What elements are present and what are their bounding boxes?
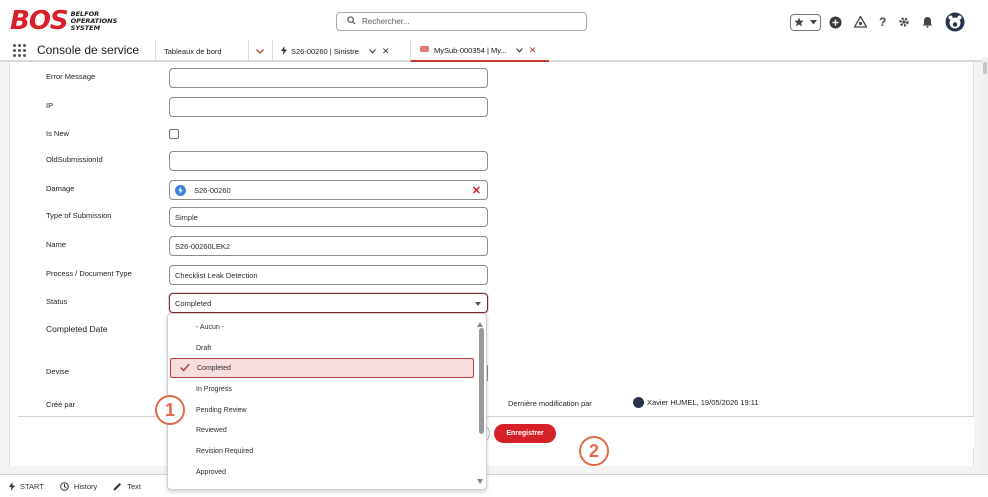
status-option[interactable]: Reviewed [168,420,477,440]
header-icons: ? [790,11,965,33]
trailhead-icon[interactable] [854,16,867,28]
last-modified-label: Dernière modification par [508,399,592,408]
status-option[interactable]: Draft [168,338,477,358]
status-option[interactable]: - Aucun - [168,317,477,337]
field-label-process-document-type: Process / Document Type [46,269,132,278]
field-label-error-message: Error Message [46,72,96,81]
scroll-down-icon[interactable] [477,479,483,484]
ip-input[interactable] [169,97,488,117]
clear-lookup-icon[interactable]: ✕ [472,184,481,197]
status-option[interactable]: Pending Review [168,400,477,420]
status-option[interactable]: In Progress [168,379,477,399]
help-icon[interactable]: ? [879,15,886,29]
is-new-checkbox[interactable] [169,129,179,139]
navigation-bar: Console de service Tableaux de bord S26-… [0,40,988,62]
logo-subtitle: BELFOR OPERATIONS SYSTEM [70,9,118,32]
utility-bar: START History Text [0,474,988,497]
caret-down-icon [475,302,481,306]
status-option[interactable]: Approved [168,462,477,482]
name-input[interactable]: S26-00260LEK2 [169,236,488,256]
damage-value: S26-00260 [194,185,231,195]
status-option[interactable]: Revision Required [168,441,477,461]
tab-sinistre[interactable]: S26-00260 | Sinistre ✕ [272,40,410,62]
star-icon[interactable] [794,17,804,27]
field-label-cree-par: Créé par [46,400,76,409]
utility-history[interactable]: History [60,482,97,491]
type-of-submission-input[interactable]: Simple [169,207,488,227]
tab-dashboards[interactable]: Tableaux de bord [155,40,248,62]
lightning-icon [9,481,15,491]
clock-icon [60,481,69,491]
record-edit-panel: Error Message IP Is New OldSubmissionId … [9,62,974,466]
status-value: Completed [175,298,212,308]
chevron-down-icon [256,48,264,54]
field-label-is-new: Is New [46,129,69,138]
listbox-scroll-thumb[interactable] [479,328,484,434]
field-label-old-submission-id: OldSubmissionId [46,155,103,164]
field-label-type-of-submission: Type of Submission [46,211,112,220]
logo-text: BOS [10,6,69,36]
annotation-marker-1: 1 [155,395,185,425]
app-name: Console de service [37,43,140,57]
record-icon [419,45,430,55]
lightning-icon [281,45,287,57]
close-icon[interactable]: ✕ [529,45,537,56]
field-label-status: Status [46,297,68,306]
page-scrollbar[interactable] [982,58,988,478]
annotation-marker-2: 2 [579,436,609,466]
bos-logo[interactable]: BOS BELFOR OPERATIONS SYSTEM [10,8,117,34]
search-icon [347,16,356,27]
save-button[interactable]: Enregistrer [494,424,556,443]
status-listbox[interactable]: - Aucun - Draft Completed In Progress Pe… [167,313,487,490]
app-launcher-icon[interactable] [12,43,27,58]
bell-icon[interactable] [922,16,933,28]
pencil-icon [113,482,122,490]
field-label-devise: Devise [46,367,69,376]
status-option-selected[interactable]: Completed [170,358,474,378]
field-label-completed-date: Completed Date [46,324,108,334]
field-label-damage: Damage [46,184,75,193]
chevron-down-icon[interactable] [810,19,817,25]
close-icon[interactable]: ✕ [382,46,390,57]
error-message-input[interactable] [169,68,488,88]
user-avatar-icon[interactable] [945,12,965,32]
chevron-down-icon[interactable] [368,47,376,56]
check-icon [180,363,190,374]
field-label-ip: IP [46,101,54,110]
nav-menu-dropdown[interactable] [248,40,272,62]
last-modified-value: Xavier HUMEL, 19/05/2026 19:11 [633,397,759,408]
gear-icon[interactable] [898,16,910,28]
utility-text[interactable]: Text [113,482,141,491]
user-avatar-icon [633,397,644,408]
utility-start[interactable]: START [9,481,44,491]
damage-lookup[interactable]: S26-00260 ✕ [169,180,488,200]
status-select[interactable]: Completed [169,293,488,313]
field-label-name: Name [46,240,67,249]
chevron-down-icon[interactable] [515,46,523,55]
page-scroll-thumb[interactable] [983,62,987,74]
scroll-up-icon[interactable] [477,322,483,327]
global-header: BOS BELFOR OPERATIONS SYSTEM Rechercher.… [0,0,988,40]
global-search-box[interactable]: Rechercher... [336,12,587,31]
old-submission-id-input[interactable] [169,151,488,171]
process-document-type-input[interactable]: Checklist Leak Detection [169,265,488,285]
tab-mysub[interactable]: MySub-000354 | My... ✕ [410,40,549,62]
search-placeholder: Rechercher... [362,17,410,26]
favorites-group[interactable] [790,13,821,31]
add-icon[interactable] [829,16,842,29]
lightning-icon [175,184,186,196]
